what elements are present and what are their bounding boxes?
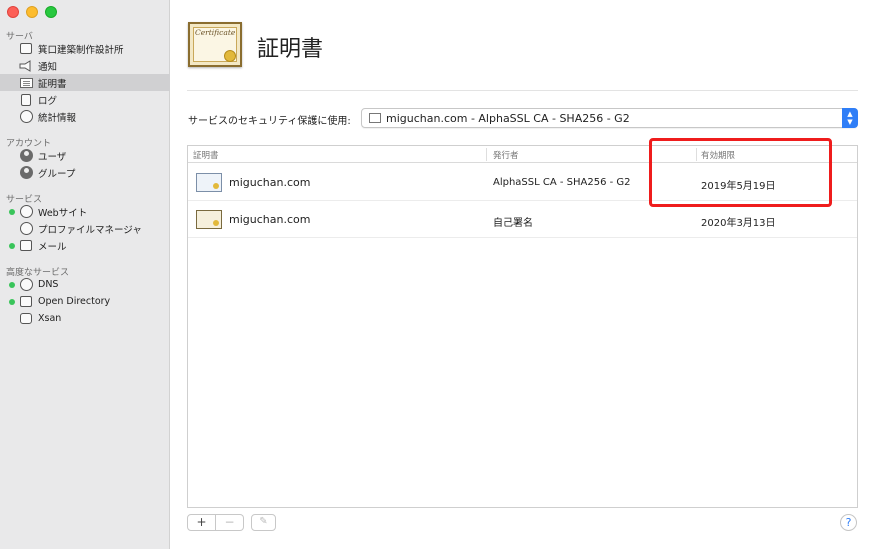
cert-issuer: AlphaSSL CA - SHA256 - G2	[493, 177, 631, 188]
certificate-icon	[19, 76, 33, 90]
sidebar-item-label: 証明書	[38, 78, 67, 90]
sidebar-item-label: Webサイト	[38, 207, 88, 219]
zoom-window-button[interactable]	[45, 6, 57, 18]
mail-icon	[19, 239, 33, 253]
certificate-large-icon: Certificate	[188, 22, 242, 67]
sidebar-item-open-directory[interactable]: Open Directory	[0, 293, 170, 310]
sidebar-item-website[interactable]: Webサイト	[0, 203, 170, 220]
sidebar-item-dns[interactable]: DNS	[0, 276, 170, 293]
window-controls	[7, 6, 57, 18]
sidebar-item-groups[interactable]: グループ	[0, 164, 170, 181]
sidebar-item-users[interactable]: ユーザ	[0, 147, 170, 164]
globe-icon	[19, 205, 33, 219]
sidebar-item-label: 箕口建築制作設計所	[38, 44, 124, 56]
cert-expiry: 2020年3月13日	[701, 218, 776, 229]
sidebar-item-label: メール	[38, 241, 67, 253]
status-dot	[9, 242, 15, 249]
status-dot	[9, 208, 15, 215]
issuer-highlight-box	[649, 138, 832, 207]
close-window-button[interactable]	[7, 6, 19, 18]
sidebar: サーバ 箕口建築制作設計所 通知 証明書 ログ 統計情報 アカウント ユーザ グ…	[0, 0, 170, 549]
stats-icon	[19, 110, 33, 124]
service-certificate-select[interactable]: miguchan.com - AlphaSSL CA - SHA256 - G2…	[361, 108, 858, 128]
sidebar-item-server[interactable]: 箕口建築制作設計所	[0, 40, 170, 57]
sidebar-item-logs[interactable]: ログ	[0, 91, 170, 108]
server-icon	[19, 42, 33, 56]
sidebar-item-xsan[interactable]: Xsan	[0, 310, 170, 327]
help-button[interactable]: ?	[840, 514, 857, 531]
sidebar-item-certificates[interactable]: 証明書	[0, 74, 170, 91]
sidebar-item-label: DNS	[38, 279, 59, 290]
minimize-window-button[interactable]	[26, 6, 38, 18]
certificate-icon-text: Certificate	[195, 28, 236, 37]
sidebar-item-label: ログ	[38, 95, 58, 107]
page-title: 証明書	[257, 37, 324, 62]
user-icon	[19, 149, 33, 163]
cert-issuer: 自己署名	[493, 218, 533, 229]
chevron-updown-icon[interactable]: ▲ ▼	[842, 108, 858, 128]
status-dot	[9, 281, 15, 288]
server-app-window: サーバ 箕口建築制作設計所 通知 証明書 ログ 統計情報 アカウント ユーザ グ…	[0, 0, 876, 549]
sidebar-item-label: 通知	[38, 61, 58, 73]
edit-certificate-button[interactable]: ✎	[251, 514, 276, 531]
certificate-icon	[196, 210, 222, 229]
certificate-icon	[196, 173, 222, 192]
sidebar-item-label: 統計情報	[38, 112, 77, 124]
service-security-label: サービスのセキュリティ保護に使用:	[188, 116, 351, 127]
sidebar-item-label: プロファイルマネージャ	[38, 224, 142, 236]
cert-name: miguchan.com	[229, 176, 311, 189]
sidebar-item-label: ユーザ	[38, 151, 67, 163]
cert-name: miguchan.com	[229, 213, 311, 226]
divider	[187, 90, 858, 91]
column-header-certificate[interactable]: 証明書	[193, 149, 219, 161]
profile-icon	[19, 222, 33, 236]
directory-icon	[19, 295, 33, 309]
main-pane: Certificate 証明書 サービスのセキュリティ保護に使用: miguch…	[171, 0, 876, 549]
add-certificate-button[interactable]: +	[187, 514, 216, 531]
sidebar-item-notifications[interactable]: 通知	[0, 57, 170, 74]
log-icon	[19, 93, 33, 107]
table-action-buttons: + − ✎	[187, 514, 276, 531]
service-certificate-value: miguchan.com - AlphaSSL CA - SHA256 - G2	[386, 112, 630, 125]
sidebar-item-stats[interactable]: 統計情報	[0, 108, 170, 125]
dns-icon	[19, 278, 33, 292]
sidebar-item-label: Open Directory	[38, 296, 111, 307]
remove-certificate-button[interactable]: −	[216, 514, 244, 531]
column-header-issuer[interactable]: 発行者	[493, 149, 519, 161]
status-dot	[9, 298, 15, 305]
sidebar-item-mail[interactable]: メール	[0, 237, 170, 254]
sidebar-item-label: グループ	[38, 168, 76, 180]
certificate-icon	[369, 113, 381, 123]
column-divider	[486, 148, 487, 161]
xsan-icon	[19, 312, 33, 326]
megaphone-icon	[19, 59, 33, 73]
sidebar-item-label: Xsan	[38, 313, 62, 324]
group-icon	[19, 166, 33, 180]
sidebar-item-profile-manager[interactable]: プロファイルマネージャ	[0, 220, 170, 237]
